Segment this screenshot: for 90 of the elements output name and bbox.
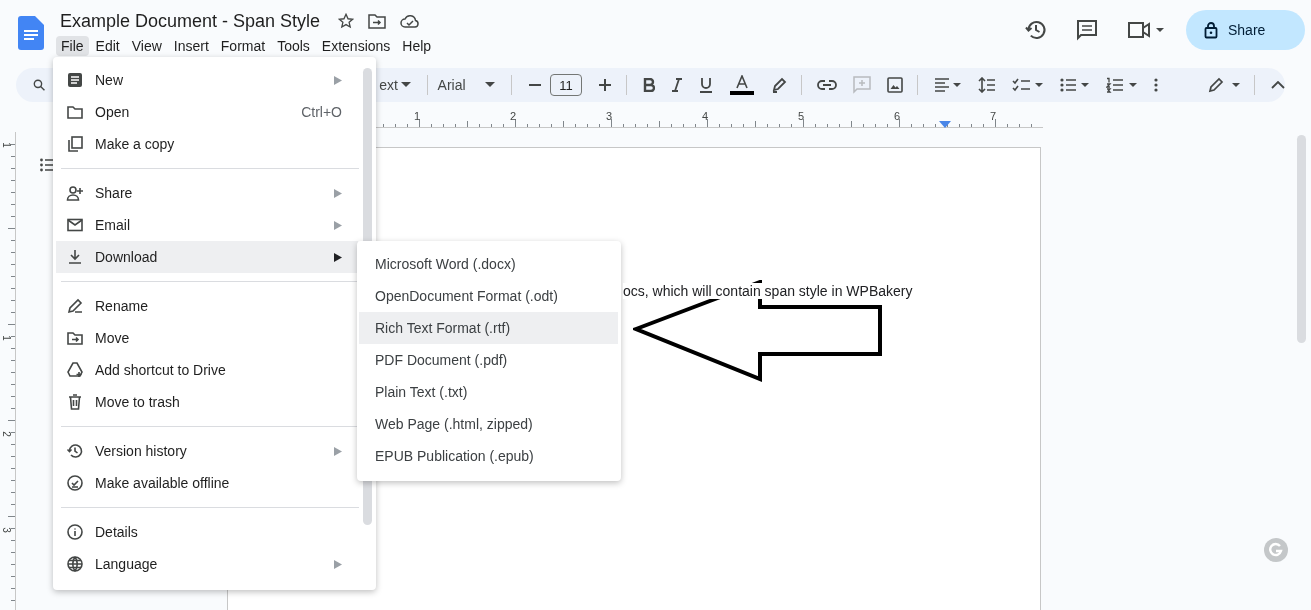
folder-arrow-icon[interactable] xyxy=(368,13,387,29)
info-icon xyxy=(66,523,84,541)
menu-item[interactable]: Add shortcut to Drive xyxy=(56,354,358,386)
menu-tab[interactable]: Insert xyxy=(168,36,214,56)
lock-icon xyxy=(1204,21,1218,39)
more-options-icon[interactable] xyxy=(1154,78,1159,92)
menu-item[interactable]: New xyxy=(56,64,358,96)
menu-tab[interactable]: Edit xyxy=(90,36,125,56)
checklist-icon[interactable] xyxy=(1012,78,1045,92)
caret-icon xyxy=(400,82,411,88)
menu-item[interactable]: Share xyxy=(56,177,358,209)
numbered-list-icon[interactable] xyxy=(1106,77,1139,93)
trash-icon xyxy=(66,393,84,411)
ruler-number: 6 xyxy=(893,110,901,122)
share-button[interactable]: Share xyxy=(1186,10,1305,50)
menu-tab[interactable]: Extensions xyxy=(316,36,396,56)
menu-item[interactable]: Move to trash xyxy=(56,386,358,418)
download-icon xyxy=(66,248,84,266)
menu-item[interactable]: Rename xyxy=(56,290,358,322)
highlighter-icon[interactable] xyxy=(770,77,787,93)
menu-item[interactable]: Move xyxy=(56,322,358,354)
align-left-icon[interactable] xyxy=(934,78,963,92)
menu-item[interactable]: OpenDocument Format (.odt) xyxy=(359,280,618,312)
document-icon xyxy=(66,71,84,89)
menu-tab[interactable]: Format xyxy=(215,36,271,56)
menu-item[interactable]: EPUB Publication (.epub) xyxy=(359,440,618,472)
image-icon[interactable] xyxy=(887,77,904,93)
style-dropdown[interactable]: ext xyxy=(379,77,413,93)
ruler-number: 3 xyxy=(1,527,12,533)
ruler-number: 1 xyxy=(413,110,421,122)
pencil-icon xyxy=(66,297,84,315)
bold-icon[interactable] xyxy=(642,78,655,92)
menu-item[interactable]: Details xyxy=(56,516,358,548)
document-title[interactable]: Example Document - Span Style xyxy=(60,10,321,32)
history-icon xyxy=(66,442,84,460)
pencil-icon[interactable] xyxy=(1208,77,1243,93)
menu-tab[interactable]: View xyxy=(126,36,167,56)
drive-plus-icon xyxy=(66,361,84,379)
search-icon[interactable] xyxy=(33,77,46,93)
video-camera-icon[interactable] xyxy=(1126,20,1164,40)
menu-item[interactable]: Version history xyxy=(56,435,358,467)
menu-tab[interactable]: Tools xyxy=(272,36,315,56)
italic-icon[interactable] xyxy=(670,78,683,92)
add-comment-icon xyxy=(853,76,872,94)
ruler-number: 3 xyxy=(605,110,613,122)
menu-item[interactable]: Download xyxy=(56,241,358,273)
menu-item[interactable]: Make a copy xyxy=(56,128,358,160)
star-icon[interactable] xyxy=(338,13,355,29)
scrollbar[interactable] xyxy=(1297,135,1306,343)
menu-item[interactable]: Open Ctrl+O xyxy=(56,96,358,128)
line-spacing-icon[interactable] xyxy=(978,77,997,93)
menu-item[interactable]: Web Page (.html, zipped) xyxy=(359,408,618,440)
ruler-number: 2 xyxy=(509,110,517,122)
menu-tab[interactable]: File xyxy=(56,36,89,56)
comment-icon[interactable] xyxy=(1076,19,1098,41)
add-person-icon xyxy=(66,184,84,202)
caret-icon xyxy=(485,82,496,88)
ruler-number: 1 xyxy=(1,335,12,341)
plus-icon[interactable] xyxy=(597,78,612,92)
menu-item[interactable]: Language xyxy=(56,548,358,580)
ruler-number: 7 xyxy=(989,110,997,122)
font-dropdown[interactable]: Arial xyxy=(437,77,498,93)
underline-icon[interactable] xyxy=(698,77,713,93)
menu-item[interactable]: Microsoft Word (.docx) xyxy=(359,248,618,280)
link-icon[interactable] xyxy=(817,79,838,91)
menu-tab[interactable]: Help xyxy=(397,36,437,56)
copy-icon xyxy=(66,135,84,153)
menu-item[interactable]: Plain Text (.txt) xyxy=(359,376,618,408)
font-size-field[interactable]: 11 xyxy=(549,74,582,96)
check-circle-icon xyxy=(66,474,84,492)
menu-item[interactable]: Email xyxy=(56,209,358,241)
document-text: ocs, which will contain span style in WPBakery xyxy=(623,283,913,299)
menu-item[interactable]: Make available offline xyxy=(56,467,358,499)
cloud-check-icon[interactable] xyxy=(400,13,421,29)
indent-marker-icon[interactable] xyxy=(939,121,951,128)
folder-arrow-icon xyxy=(66,329,84,347)
bulleted-list-icon[interactable] xyxy=(1060,78,1091,92)
ruler-number: 5 xyxy=(797,110,805,122)
ruler-number: 2 xyxy=(1,431,12,437)
history-icon[interactable] xyxy=(1024,18,1048,42)
chevron-up-icon[interactable] xyxy=(1271,81,1285,89)
menu-item[interactable]: PDF Document (.pdf) xyxy=(359,344,618,376)
text-color-icon[interactable] xyxy=(728,75,755,95)
menu-item[interactable]: Rich Text Format (.rtf) xyxy=(359,312,618,344)
docs-logo-icon[interactable] xyxy=(18,16,44,50)
ruler-number: 4 xyxy=(701,110,709,122)
envelope-icon xyxy=(66,216,84,234)
ruler-number: 1 xyxy=(1,142,12,148)
folder-icon xyxy=(66,103,84,121)
globe-icon xyxy=(66,555,84,573)
